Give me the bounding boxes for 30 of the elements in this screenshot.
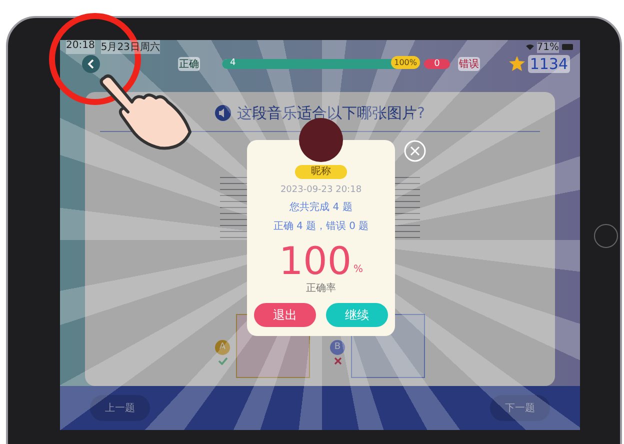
option-letter: A	[215, 340, 230, 355]
user-name: 昵称	[295, 165, 347, 179]
speaker-icon[interactable]	[215, 105, 232, 122]
exit-button[interactable]: 退出	[254, 303, 316, 327]
wrong-label: 错误	[458, 56, 480, 71]
next-button[interactable]: 下一题	[490, 394, 550, 421]
battery-icon	[562, 44, 574, 50]
battery-percent: 71%	[536, 42, 559, 52]
percent-badge: 100%	[391, 56, 420, 69]
score-label: 正确率	[306, 282, 336, 295]
wifi-icon	[526, 44, 534, 50]
star-count: 1134	[528, 54, 570, 73]
score-value: 100	[278, 241, 352, 281]
correct-count: 4	[230, 58, 236, 68]
chevron-left-icon	[87, 58, 95, 69]
completed-text: 您共完成 4 题	[290, 200, 352, 214]
back-button[interactable]	[82, 54, 100, 73]
close-icon[interactable]	[404, 140, 426, 162]
status-time: 20:18	[66, 40, 95, 54]
summary-text: 正确 4 题，错误 0 题	[273, 220, 369, 233]
score-unit: %	[354, 264, 364, 275]
previous-button[interactable]: 上一题	[90, 394, 150, 421]
option-letter: B	[330, 340, 345, 355]
continue-button[interactable]: 继续	[326, 303, 388, 327]
wrong-count: 0	[424, 58, 450, 69]
home-button[interactable]	[594, 224, 618, 248]
result-date: 2023-09-23 20:18	[280, 185, 362, 195]
status-date: 5月23日周六	[100, 40, 160, 54]
correct-label: 正确	[178, 56, 200, 71]
star-icon	[508, 56, 525, 72]
